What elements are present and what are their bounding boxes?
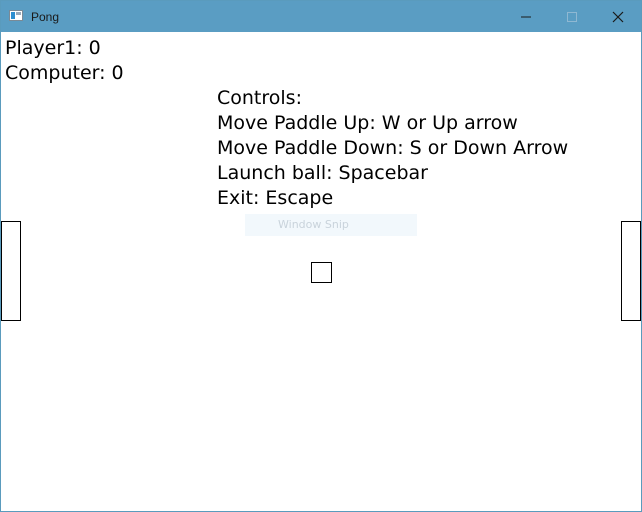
app-window-icon (9, 10, 23, 21)
player-score: Player1: 0 (5, 37, 101, 59)
minimize-icon (521, 16, 531, 18)
control-move-up: Move Paddle Up: W or Up arrow (217, 112, 518, 134)
window-snip-overlay: Window Snip (245, 214, 417, 236)
maximize-button[interactable] (549, 1, 595, 32)
maximize-icon (567, 12, 577, 22)
player-paddle (1, 221, 21, 321)
minimize-button[interactable] (503, 1, 549, 32)
window-title: Pong (31, 10, 60, 24)
computer-paddle (621, 221, 641, 321)
computer-score: Computer: 0 (5, 62, 124, 84)
ball (311, 262, 332, 283)
control-launch-ball: Launch ball: Spacebar (217, 162, 428, 184)
title-bar[interactable]: Pong (1, 1, 641, 32)
game-area[interactable]: Player1: 0 Computer: 0 Controls: Move Pa… (1, 32, 641, 511)
control-move-down: Move Paddle Down: S or Down Arrow (217, 137, 569, 159)
close-button[interactable] (595, 1, 641, 32)
controls-heading: Controls: (217, 87, 302, 109)
controls-help: Controls: Move Paddle Up: W or Up arrow … (217, 86, 568, 211)
close-icon (612, 11, 624, 23)
pong-window: Pong Player1: 0 Computer: 0 Controls: Mo… (0, 0, 642, 512)
control-exit: Exit: Escape (217, 187, 334, 209)
